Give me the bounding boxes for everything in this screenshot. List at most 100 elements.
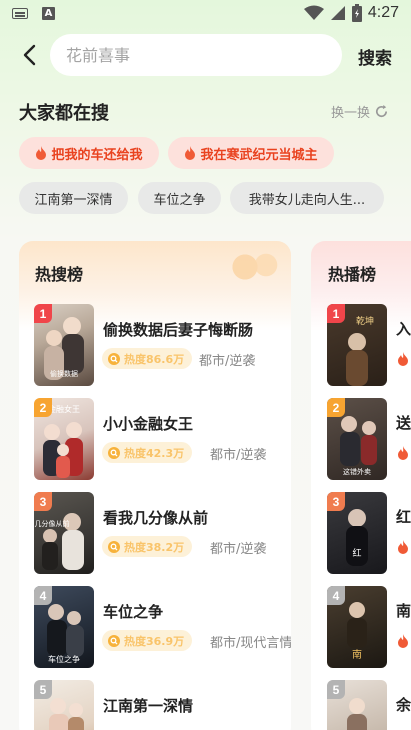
ranking-item[interactable]: 红 3 红: [327, 492, 411, 574]
poster-caption: 车位之争: [48, 654, 80, 664]
flame-icon: [398, 540, 408, 554]
hot-search-heading: 大家都在搜: [19, 103, 109, 124]
flame-icon: [398, 446, 408, 460]
refresh-icon: [376, 104, 388, 118]
flame-icon: [185, 146, 196, 160]
heat-value: 热度42.3万: [124, 446, 185, 460]
heat-search-icon: [108, 540, 120, 553]
ranking-item[interactable]: 几分像从前 3 看我几分像从前 热度38.2万 都市/逆袭: [34, 492, 284, 574]
rank-badge: 4: [34, 586, 52, 605]
poster-caption: 乾坤: [356, 315, 374, 327]
drama-poster: 红 3: [327, 492, 387, 574]
rank-badge: 3: [34, 492, 52, 511]
rank-badge: 4: [327, 586, 345, 605]
heat-search-icon: [108, 446, 120, 459]
refresh-label: 换一换: [331, 106, 371, 121]
battery-icon: [351, 4, 362, 22]
search-input[interactable]: [66, 45, 342, 65]
drama-poster: 乾坤 1: [327, 304, 387, 386]
status-bar: A 4:27: [0, 0, 411, 28]
drama-title: 偷换数据后妻子悔断肠: [103, 321, 254, 339]
drama-title: 送: [396, 414, 411, 432]
rank-badge: 1: [327, 304, 345, 323]
heat-badge: 热度38.2万: [102, 536, 193, 557]
card-title: 热播榜: [328, 265, 377, 284]
poster-caption: 南: [352, 648, 362, 661]
hot-chip[interactable]: 我在寒武纪元当城主: [168, 137, 334, 169]
search-chip[interactable]: 我带女儿走向人生...: [230, 182, 384, 214]
chip-label: 我在寒武纪元当城主: [200, 147, 318, 163]
hot-chip[interactable]: 把我的车还给我: [19, 137, 159, 169]
search-chip[interactable]: 车位之争: [138, 182, 221, 214]
heat-badge: 热度36.9万: [102, 630, 193, 651]
rank-badge: 2: [34, 398, 52, 417]
hot-play-ranking-card: 热播榜 乾坤 1 入 这错外卖 2 送 红 3 红 南 4 南 5 余: [311, 241, 411, 730]
drama-poster: 南 4: [327, 586, 387, 668]
drama-title: 车位之争: [103, 603, 164, 621]
drama-title: 小小金融女王: [103, 415, 194, 433]
drama-title: 红: [396, 508, 411, 526]
wifi-icon: [303, 5, 324, 20]
hot-search-ranking-card: 热搜榜 偷换数据 1 偷换数据后妻子悔断肠 热度86.6万 都市/逆袭 金融女王: [19, 241, 291, 730]
rank-badge: 5: [327, 680, 345, 699]
drama-title: 看我几分像从前: [103, 509, 209, 527]
drama-title: 余: [396, 696, 411, 714]
ranking-item[interactable]: 5 余: [327, 680, 411, 730]
poster-caption: 这错外卖: [343, 467, 371, 476]
ranking-item[interactable]: 车位之争 4 车位之争 热度36.9万 都市/现代言情: [34, 586, 291, 668]
signal-icon: [330, 6, 345, 20]
poster-caption: 几分像从前: [35, 519, 70, 528]
genre-tags: 都市/逆袭: [199, 354, 256, 369]
refresh-button[interactable]: 换一换: [331, 102, 389, 121]
chevron-left-icon: [23, 44, 36, 66]
rank-badge: 2: [327, 398, 345, 417]
ranking-item[interactable]: 南 4 南: [327, 586, 411, 668]
rank-badge: 5: [34, 680, 52, 699]
genre-tags: 都市/现代言情: [210, 636, 291, 651]
heat-badge: 热度86.6万: [102, 348, 193, 369]
chip-label: 我带女儿走向人生...: [248, 192, 366, 208]
back-button[interactable]: [16, 42, 42, 68]
drama-poster: 车位之争 4: [34, 586, 94, 668]
flame-icon: [398, 352, 408, 366]
chip-label: 把我的车还给我: [51, 147, 143, 163]
drama-poster: 5: [327, 680, 387, 730]
poster-caption: 红: [352, 547, 361, 559]
card-decoration: [221, 247, 281, 287]
keyboard-icon: [12, 8, 28, 19]
accessibility-a-icon: A: [42, 7, 55, 20]
ranking-item[interactable]: 乾坤 1 入: [327, 304, 411, 386]
poster-caption: 偷换数据: [50, 369, 78, 378]
flame-icon: [36, 146, 47, 160]
drama-title: 入: [396, 320, 411, 338]
heat-value: 热度86.6万: [124, 352, 185, 366]
ranking-item[interactable]: 这错外卖 2 送: [327, 398, 411, 480]
heat-search-icon: [108, 634, 120, 647]
ranking-item[interactable]: 偷换数据 1 偷换数据后妻子悔断肠 热度86.6万 都市/逆袭: [34, 304, 284, 386]
drama-poster: 几分像从前 3: [34, 492, 94, 574]
drama-title: 江南第一深情: [103, 697, 194, 715]
drama-title: 南: [396, 602, 411, 620]
status-time: 4:27: [367, 4, 399, 21]
drama-poster: 5: [34, 680, 94, 730]
drama-poster: 偷换数据 1: [34, 304, 94, 386]
drama-poster: 金融女王 2: [34, 398, 94, 480]
rank-badge: 3: [327, 492, 345, 511]
heat-badge: 热度42.3万: [102, 442, 193, 463]
ranking-item[interactable]: 5 江南第一深情: [34, 680, 284, 730]
flame-icon: [398, 634, 408, 648]
heat-value: 热度38.2万: [124, 540, 185, 554]
search-bar[interactable]: [50, 34, 342, 76]
poster-caption: 金融女王: [48, 404, 80, 414]
chip-label: 车位之争: [153, 192, 206, 208]
heat-value: 热度36.9万: [124, 634, 185, 648]
drama-poster: 这错外卖 2: [327, 398, 387, 480]
genre-tags: 都市/逆袭: [210, 542, 267, 557]
search-button[interactable]: 搜索: [358, 44, 392, 69]
rank-badge: 1: [34, 304, 52, 323]
ranking-item[interactable]: 金融女王 2 小小金融女王 热度42.3万 都市/逆袭: [34, 398, 284, 480]
chip-label: 江南第一深情: [34, 192, 113, 208]
card-title: 热搜榜: [35, 265, 84, 284]
heat-search-icon: [108, 352, 120, 365]
search-chip[interactable]: 江南第一深情: [19, 182, 128, 214]
